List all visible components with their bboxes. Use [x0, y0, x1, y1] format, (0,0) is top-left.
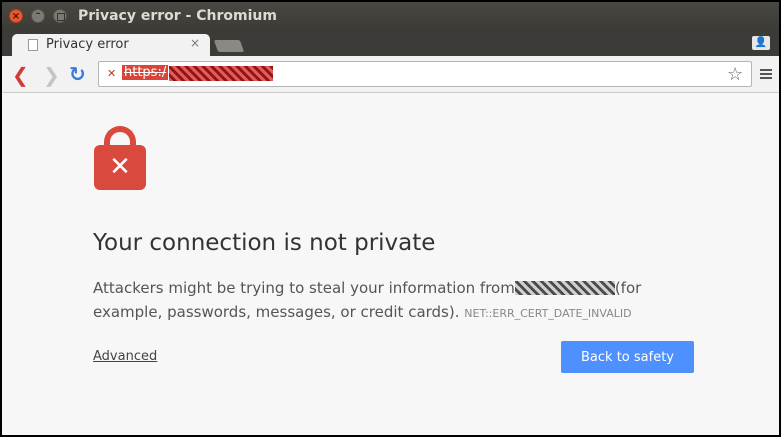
- error-code: NET::ERR_CERT_DATE_INVALID: [464, 307, 632, 320]
- tab-title: Privacy error: [46, 37, 129, 52]
- window-maximize-button[interactable]: [53, 9, 67, 23]
- window-close-button[interactable]: ×: [9, 9, 23, 23]
- host-redacted: [514, 281, 615, 295]
- error-description: Attackers might be trying to steal your …: [93, 276, 693, 326]
- window-minimize-button[interactable]: –: [31, 9, 45, 23]
- toolbar: ❮ ❯ ↻ ✕ https:/ ☆: [2, 56, 779, 93]
- tab-close-icon[interactable]: ×: [190, 36, 200, 50]
- url-redacted: [169, 66, 273, 81]
- description-text: Attackers might be trying to steal your …: [93, 279, 515, 297]
- url-scheme: https:/: [122, 65, 169, 80]
- error-lock-icon: ✕: [94, 126, 146, 190]
- tab-strip: Privacy error × 👤: [2, 32, 779, 56]
- interstitial-page: ✕ Your connection is not private Attacke…: [2, 93, 779, 435]
- tab-privacy-error[interactable]: Privacy error ×: [12, 34, 210, 56]
- advanced-link[interactable]: Advanced: [93, 349, 157, 364]
- bookmark-star-icon[interactable]: ☆: [727, 64, 743, 85]
- address-bar[interactable]: ✕ https:/ ☆: [98, 61, 752, 87]
- title-bar: × – Privacy error - Chromium: [2, 2, 779, 32]
- page-title: Your connection is not private: [93, 230, 436, 256]
- insecure-lock-icon[interactable]: ✕: [107, 67, 119, 80]
- new-tab-button[interactable]: [213, 40, 245, 52]
- browser-window: × – Privacy error - Chromium Privacy err…: [2, 2, 779, 435]
- menu-icon[interactable]: [760, 69, 772, 79]
- back-to-safety-button[interactable]: Back to safety: [561, 341, 694, 373]
- page-icon: [28, 39, 38, 51]
- window-title: Privacy error - Chromium: [78, 8, 277, 24]
- profile-icon[interactable]: 👤: [752, 36, 770, 50]
- back-arrow-icon[interactable]: ❮: [12, 63, 29, 87]
- forward-arrow-icon[interactable]: ❯: [43, 63, 60, 87]
- reload-icon[interactable]: ↻: [69, 62, 86, 86]
